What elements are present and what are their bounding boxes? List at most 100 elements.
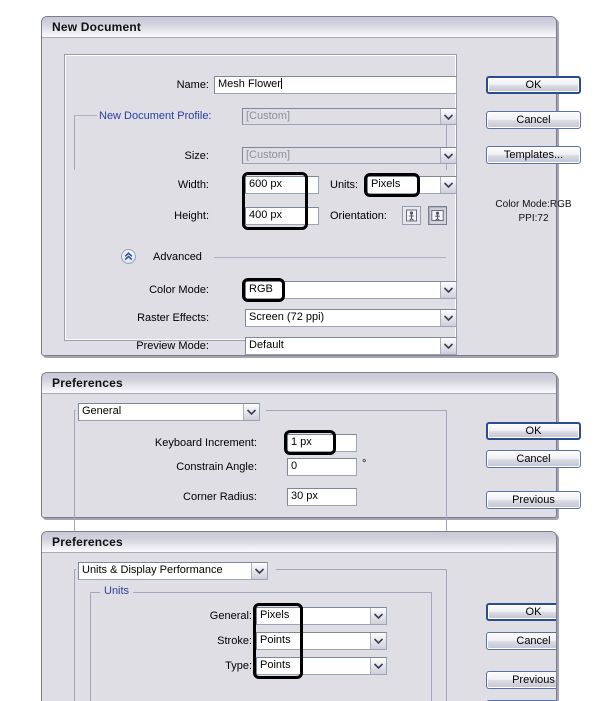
- constrain-angle-input[interactable]: 0: [287, 458, 357, 476]
- orientation-portrait-button[interactable]: [402, 206, 421, 225]
- new-document-profile-combo[interactable]: [Custom]: [242, 108, 457, 125]
- units-type-label: Type:: [225, 660, 252, 672]
- keyboard-increment-label: Keyboard Increment:: [154, 437, 257, 449]
- units-general-label: General:: [209, 610, 252, 622]
- size-value: [Custom]: [246, 149, 291, 161]
- constrain-angle-label: Constrain Angle:: [176, 461, 257, 473]
- preview-mode-label: Preview Mode:: [136, 340, 209, 352]
- advanced-separator: [214, 257, 446, 258]
- chevron-down-icon[interactable]: [440, 109, 456, 124]
- color-mode-value: RGB: [249, 283, 273, 295]
- new-document-ok-label: OK: [525, 79, 542, 91]
- new-document-templates-button[interactable]: Templates...: [486, 146, 581, 164]
- preferences-general-ok-label: OK: [525, 425, 542, 437]
- width-label: Width:: [177, 179, 209, 191]
- preferences-general-dialog: Preferences General Keyboard Increment: …: [41, 372, 581, 545]
- width-input-value: 600 px: [249, 178, 283, 190]
- width-input[interactable]: 600 px: [245, 176, 319, 194]
- preferences-section-combo[interactable]: General: [78, 403, 260, 421]
- corner-radius-input[interactable]: 30 px: [287, 488, 357, 506]
- preferences-units-previous-button[interactable]: Previous: [486, 671, 556, 689]
- units-general-combo[interactable]: Pixels: [256, 607, 387, 625]
- name-input[interactable]: Mesh Flower: [214, 76, 457, 94]
- corner-radius-value: 30 px: [291, 490, 318, 502]
- color-mode-label: Color Mode:: [149, 284, 209, 296]
- units-stroke-value: Points: [260, 634, 291, 646]
- units-general-value: Pixels: [260, 609, 290, 621]
- preferences-general-body: General Keyboard Increment: 1 px Constra…: [42, 394, 581, 545]
- new-document-cancel-button[interactable]: Cancel: [486, 111, 581, 129]
- units-type-combo[interactable]: Points: [256, 657, 387, 675]
- orientation-landscape-button[interactable]: [428, 206, 447, 225]
- preferences-units-title: Preferences: [52, 535, 123, 549]
- chevron-down-icon[interactable]: [243, 404, 259, 420]
- height-input-value: 400 px: [249, 209, 283, 221]
- preferences-units-cancel-button[interactable]: Cancel: [486, 632, 556, 650]
- new-document-cancel-label: Cancel: [516, 114, 551, 126]
- preferences-section-value: General: [82, 405, 122, 417]
- chevron-down-icon[interactable]: [440, 282, 456, 298]
- chevron-down-icon[interactable]: [370, 608, 386, 624]
- new-document-templates-label: Templates...: [503, 149, 564, 161]
- preferences-general-title: Preferences: [52, 376, 123, 390]
- chevron-down-icon[interactable]: [440, 338, 456, 354]
- name-label: Name:: [176, 79, 209, 91]
- preferences-units-dialog: Preferences Units & Display Performance …: [41, 531, 557, 701]
- new-document-profile-label: New Document Profile:: [97, 110, 212, 123]
- ppi-info: PPI:72: [518, 213, 549, 224]
- new-document-body: Name: Mesh Flower New Document Profile: …: [42, 38, 581, 355]
- chevron-down-icon[interactable]: [370, 633, 386, 649]
- color-mode-info: Color Mode:RGB: [495, 199, 572, 210]
- text-caret: [280, 78, 282, 89]
- new-document-profile-value: [Custom]: [246, 110, 291, 122]
- units-label: Units:: [330, 179, 359, 191]
- preferences-units-ok-label: OK: [525, 606, 542, 618]
- orientation-portrait-icon: [406, 209, 417, 222]
- double-chevron-up-icon: [124, 252, 133, 261]
- new-document-ok-button[interactable]: OK: [486, 76, 581, 94]
- chevron-down-icon[interactable]: [440, 310, 456, 326]
- height-label: Height:: [174, 210, 209, 222]
- orientation-label: Orientation:: [330, 210, 387, 222]
- preferences-units-previous-label: Previous: [512, 674, 555, 686]
- chevron-down-icon[interactable]: [440, 177, 456, 193]
- preferences-general-previous-button[interactable]: Previous: [486, 491, 581, 509]
- size-combo[interactable]: [Custom]: [242, 147, 457, 164]
- preferences-section-combo[interactable]: Units & Display Performance: [78, 562, 268, 580]
- constrain-angle-value: 0: [291, 460, 298, 472]
- units-combo[interactable]: Pixels: [367, 176, 457, 194]
- preferences-units-ok-button[interactable]: OK: [486, 603, 556, 621]
- height-input[interactable]: 400 px: [245, 207, 319, 225]
- raster-effects-label: Raster Effects:: [137, 312, 209, 324]
- preview-mode-value: Default: [249, 339, 284, 351]
- chevron-down-icon[interactable]: [440, 148, 456, 163]
- preview-mode-combo[interactable]: Default: [245, 337, 457, 355]
- preferences-section-value: Units & Display Performance: [82, 564, 223, 576]
- preferences-general-titlebar: Preferences: [42, 373, 556, 394]
- preferences-general-cancel-button[interactable]: Cancel: [486, 450, 581, 468]
- preferences-general-ok-button[interactable]: OK: [486, 422, 581, 440]
- preferences-units-titlebar: Preferences: [42, 532, 556, 553]
- constrain-angle-unit: °: [362, 458, 367, 470]
- preferences-units-cancel-label: Cancel: [516, 635, 551, 647]
- preferences-general-cancel-label: Cancel: [516, 453, 551, 465]
- chevron-down-icon[interactable]: [251, 563, 267, 579]
- keyboard-increment-value: 1 px: [291, 436, 312, 448]
- size-label: Size:: [184, 150, 209, 162]
- new-document-title: New Document: [52, 20, 142, 34]
- color-mode-combo[interactable]: RGB: [245, 281, 457, 299]
- units-group-legend: Units: [100, 586, 134, 597]
- raster-effects-value: Screen (72 ppi): [249, 311, 325, 323]
- new-document-titlebar: New Document: [42, 17, 556, 38]
- preferences-general-previous-label: Previous: [512, 494, 555, 506]
- chevron-down-icon[interactable]: [370, 658, 386, 674]
- advanced-disclosure-toggle[interactable]: [121, 249, 136, 264]
- units-value: Pixels: [371, 178, 401, 190]
- corner-radius-label: Corner Radius:: [183, 491, 257, 503]
- raster-effects-combo[interactable]: Screen (72 ppi): [245, 309, 457, 327]
- new-document-dialog: New Document Name: Mesh Flower New Docum…: [41, 16, 581, 356]
- keyboard-increment-input[interactable]: 1 px: [287, 434, 357, 452]
- units-stroke-combo[interactable]: Points: [256, 632, 387, 650]
- preferences-units-body: Units & Display Performance Units Genera…: [42, 553, 556, 701]
- preferences-general-group-frame: [74, 410, 447, 545]
